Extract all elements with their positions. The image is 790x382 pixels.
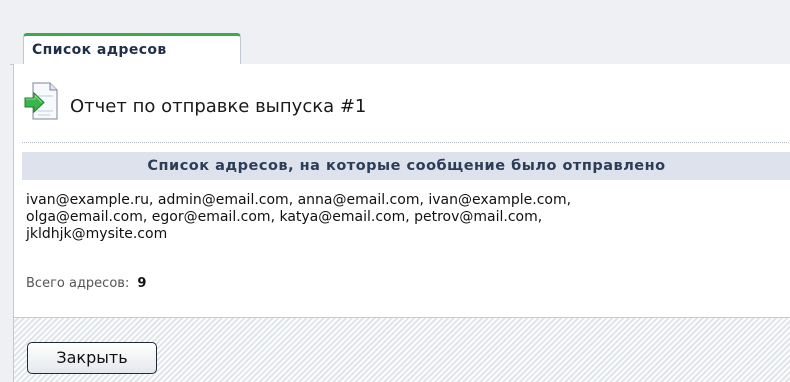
footer-bar: Закрыть [13, 317, 790, 382]
window: Список адресов Отчет по отправке выпуска… [0, 0, 790, 382]
address-line: ivan@example.ru, admin@email.com, anna@e… [26, 192, 572, 208]
total-addresses: Всего адресов: 9 [26, 276, 146, 291]
tab-address-list[interactable]: Список адресов [23, 33, 241, 65]
address-line: jkldhjk@mysite.com [26, 226, 168, 242]
address-list: ivan@example.ru, admin@email.com, anna@e… [26, 192, 790, 243]
section-header: Список адресов, на которые сообщение был… [22, 152, 790, 180]
total-label: Всего адресов: [26, 276, 130, 291]
tab-bar: Список адресов [10, 25, 790, 65]
close-button[interactable]: Закрыть [27, 342, 157, 374]
report-title: Отчет по отправке выпуска #1 [70, 96, 367, 117]
address-line: olga@email.com, egor@email.com, katya@em… [26, 209, 543, 225]
total-count: 9 [137, 276, 147, 291]
divider [22, 142, 789, 143]
content-panel: Отчет по отправке выпуска #1 Список адре… [13, 64, 790, 317]
document-send-icon [24, 82, 58, 120]
